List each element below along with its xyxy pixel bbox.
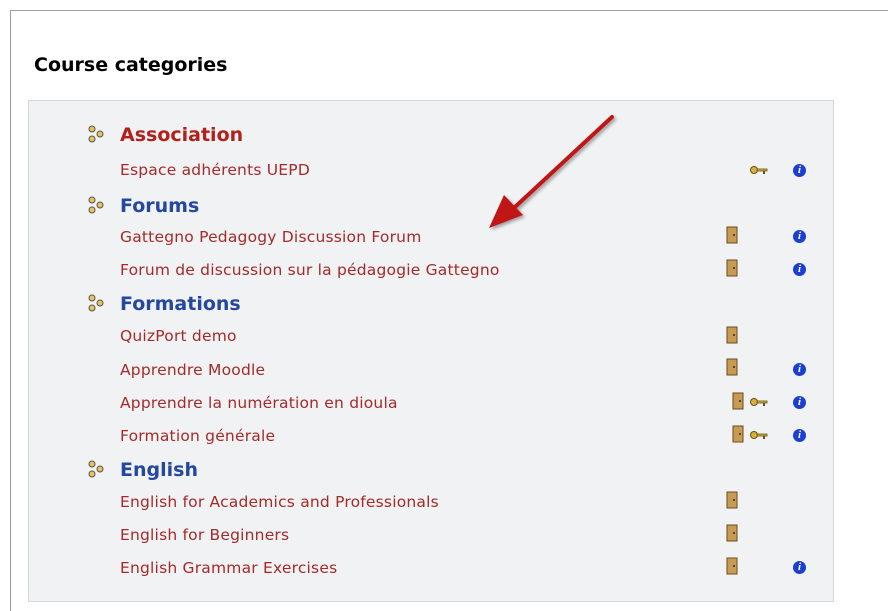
red-arrow xyxy=(489,115,614,228)
